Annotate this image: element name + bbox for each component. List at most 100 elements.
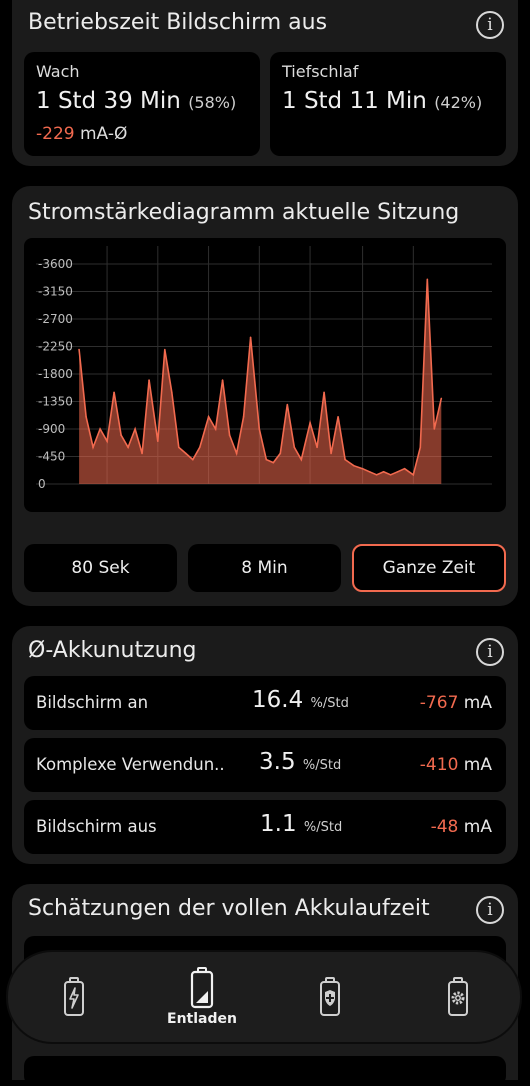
data-point (235, 452, 238, 455)
usage-value: 1.1 %/Std (260, 811, 343, 837)
battery-settings-icon (448, 977, 468, 1016)
data-point (214, 428, 217, 430)
series-area (79, 279, 442, 484)
data-point (78, 348, 80, 351)
data-point (419, 446, 422, 449)
usage-row-complex: Komplexe Verwendun.. 3.5 %/Std -410 mA (24, 738, 506, 792)
range-80s-button[interactable]: 80 Sek (24, 544, 177, 592)
info-icon[interactable]: i (476, 638, 504, 666)
data-point (185, 452, 187, 455)
y-tick-label: -2250 (38, 340, 73, 354)
data-point (242, 415, 245, 418)
data-point (403, 467, 406, 470)
data-point (368, 470, 371, 473)
data-point (293, 446, 296, 449)
data-point (344, 458, 346, 461)
y-tick-label: -1800 (38, 367, 73, 381)
awake-tile: Wach 1 Std 39 Min (58%) -229 mA-Ø (24, 52, 260, 156)
data-point (92, 446, 94, 449)
current-chart-svg: -3600-3150-2700-2250-1800-1350-900-45002… (36, 246, 492, 536)
avg-usage-title: Ø-Akkunutzung (28, 638, 197, 663)
range-8min-button[interactable]: 8 Min (188, 544, 341, 592)
data-point (265, 458, 268, 461)
data-point (330, 452, 332, 455)
data-point (113, 391, 115, 394)
data-point (249, 336, 252, 339)
usage-current: -48 mA (430, 817, 492, 837)
battery-charging-icon (64, 977, 84, 1016)
y-tick-label: -3600 (38, 257, 73, 271)
y-tick-label: -450 (38, 450, 65, 464)
data-point (316, 446, 318, 449)
nav-item-settings[interactable] (394, 952, 522, 1042)
data-point (148, 379, 150, 381)
nav-item-health[interactable] (266, 952, 394, 1042)
data-point (382, 470, 385, 473)
data-point (375, 474, 378, 476)
data-point (272, 461, 275, 464)
deep-sleep-value: 1 Std 11 Min (42%) (282, 88, 483, 114)
data-point (106, 440, 108, 443)
data-point (258, 428, 261, 430)
data-point (141, 452, 143, 455)
usage-current: -410 mA (419, 755, 492, 775)
usage-label: Bildschirm an (36, 693, 149, 712)
usage-row-screen-on: Bildschirm an 16.4 %/Std -767 mA (24, 676, 506, 730)
usage-value: 16.4 %/Std (252, 687, 349, 713)
nav-label-discharging: Entladen (167, 1011, 237, 1027)
current-chart-title: Stromstärkediagramm aktuelle Sitzung (28, 200, 460, 225)
usage-value: 3.5 %/Std (259, 749, 342, 775)
y-tick-label: 0 (38, 477, 46, 491)
usage-label: Komplexe Verwendun.. (36, 755, 225, 774)
range-all-button[interactable]: Ganze Zeit (352, 544, 506, 592)
estimate-row (24, 1056, 506, 1086)
data-point (309, 422, 311, 424)
data-point (337, 415, 339, 418)
data-point (164, 348, 166, 351)
data-point (440, 397, 443, 400)
awake-label: Wach (36, 62, 80, 81)
current-chart[interactable]: -3600-3150-2700-2250-1800-1350-900-45002… (24, 238, 506, 536)
screen-off-card: Betriebszeit Bildschirm aus i Wach 1 Std… (12, 0, 518, 166)
data-point (178, 446, 180, 449)
data-point (279, 452, 282, 455)
awake-value: 1 Std 39 Min (58%) (36, 88, 237, 114)
data-point (433, 428, 436, 430)
screen-off-title: Betriebszeit Bildschirm aus (28, 10, 328, 35)
data-point (412, 474, 415, 476)
data-point (85, 415, 87, 418)
data-point (134, 428, 136, 430)
data-point (199, 446, 201, 449)
info-icon[interactable]: i (476, 896, 504, 924)
nav-item-discharging[interactable]: Entladen (138, 952, 266, 1042)
data-point (221, 379, 224, 381)
y-tick-label: -3150 (38, 285, 73, 299)
nav-item-charging[interactable] (10, 952, 138, 1042)
avg-usage-card: Ø-Akkunutzung i Bildschirm an 16.4 %/Std… (12, 626, 518, 864)
usage-label: Bildschirm aus (36, 817, 157, 836)
data-point (171, 391, 173, 394)
data-point (323, 391, 325, 394)
deep-sleep-tile: Tiefschlaf 1 Std 11 Min (42%) (270, 52, 506, 156)
data-point (361, 467, 364, 470)
usage-current: -767 mA (419, 693, 492, 713)
data-point (396, 470, 399, 473)
data-point (389, 474, 392, 476)
awake-current: -229 mA-Ø (36, 124, 128, 144)
y-tick-label: -2700 (38, 312, 73, 326)
data-point (426, 278, 429, 281)
data-point (300, 458, 303, 461)
data-point (127, 446, 129, 449)
deep-sleep-label: Tiefschlaf (282, 62, 359, 81)
data-point (353, 464, 355, 467)
y-tick-label: -900 (38, 422, 65, 436)
battery-health-icon (320, 977, 340, 1016)
data-point (228, 434, 231, 436)
current-chart-card: Stromstärkediagramm aktuelle Sitzung -36… (12, 186, 518, 606)
battery-discharging-icon (190, 967, 214, 1009)
y-tick-label: -1350 (38, 395, 73, 409)
usage-row-screen-off: Bildschirm aus 1.1 %/Std -48 mA (24, 800, 506, 854)
data-point (120, 434, 122, 436)
data-point (207, 415, 210, 418)
info-icon[interactable]: i (476, 11, 504, 39)
